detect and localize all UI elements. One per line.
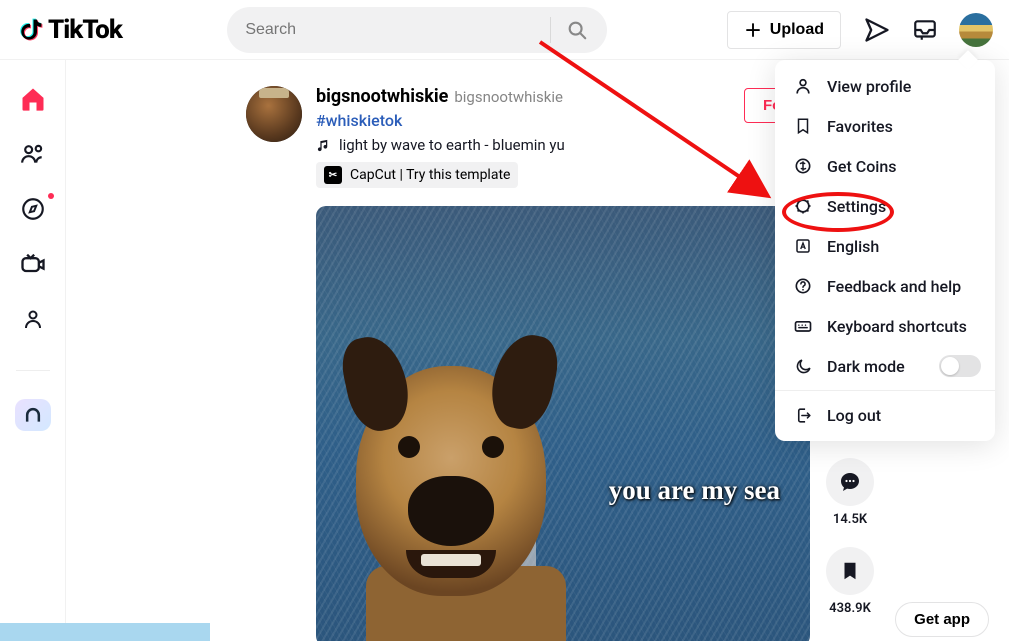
inbox-button[interactable] — [911, 16, 939, 44]
status-bar-hint — [0, 623, 210, 641]
coin-icon — [793, 156, 813, 176]
search-container — [122, 7, 713, 53]
sound-name: light by wave to earth - bluemin yu — [339, 136, 565, 154]
capcut-icon: ✂ — [324, 166, 342, 184]
template-label: CapCut | Try this template — [350, 167, 510, 183]
menu-settings[interactable]: Settings — [775, 186, 995, 226]
tiktok-note-icon — [16, 16, 44, 44]
bookmark-icon — [839, 560, 861, 582]
menu-label: Keyboard shortcuts — [827, 317, 967, 336]
notification-dot-icon — [48, 193, 54, 199]
template-chip[interactable]: ✂ CapCut | Try this template — [316, 162, 518, 188]
comment-button[interactable] — [826, 458, 874, 506]
sound-row[interactable]: light by wave to earth - bluemin yu — [316, 136, 565, 154]
author-handle[interactable]: bigsnootwhiskie — [454, 88, 563, 106]
menu-label: Favorites — [827, 117, 893, 136]
menu-feedback[interactable]: Feedback and help — [775, 266, 995, 306]
get-app-button[interactable]: Get app — [895, 602, 989, 637]
search-separator — [550, 17, 551, 43]
save-button[interactable] — [826, 547, 874, 595]
live-icon — [19, 250, 47, 278]
upload-button[interactable]: Upload — [727, 11, 841, 49]
header-icons — [863, 13, 993, 47]
sidebar-effects[interactable] — [15, 399, 51, 431]
dark-mode-toggle[interactable] — [939, 355, 981, 377]
upload-label: Upload — [770, 21, 824, 39]
menu-get-coins[interactable]: Get Coins — [775, 146, 995, 186]
bookmark-icon — [793, 116, 813, 136]
comment-count: 14.5K — [833, 512, 867, 527]
help-icon — [793, 276, 813, 296]
music-note-icon — [316, 138, 331, 153]
profile-avatar[interactable] — [959, 13, 993, 47]
moon-icon — [793, 356, 813, 376]
menu-language[interactable]: English — [775, 226, 995, 266]
menu-label: Get Coins — [827, 157, 897, 176]
sidebar-home[interactable] — [18, 85, 48, 113]
inbox-icon — [912, 17, 938, 43]
menu-logout[interactable]: Log out — [775, 395, 995, 435]
comment-icon — [838, 470, 862, 494]
video-player[interactable]: you are my sea — [316, 206, 810, 641]
messages-button[interactable] — [863, 16, 891, 44]
gear-icon — [793, 196, 813, 216]
menu-dark-mode[interactable]: Dark mode — [775, 346, 995, 386]
top-header: TikTok Upload — [0, 0, 1009, 60]
menu-shortcuts[interactable]: Keyboard shortcuts — [775, 306, 995, 346]
sidebar-live[interactable] — [18, 250, 48, 278]
search-bar[interactable] — [227, 7, 607, 53]
menu-label: Feedback and help — [827, 277, 961, 296]
menu-label: Settings — [827, 197, 886, 216]
tiktok-logo[interactable]: TikTok — [16, 15, 122, 45]
search-button[interactable] — [555, 8, 599, 52]
menu-label: Log out — [827, 406, 881, 425]
menu-label: View profile — [827, 77, 911, 96]
menu-label: Dark mode — [827, 357, 905, 376]
sidebar-following[interactable] — [18, 141, 48, 167]
video-caption: you are my sea — [609, 475, 780, 506]
post-meta: bigsnootwhiskie bigsnootwhiskie #whiskie… — [316, 86, 565, 188]
left-sidebar — [0, 60, 66, 641]
person-icon — [21, 307, 45, 331]
profile-menu: View profile Favorites Get Coins Setting… — [775, 60, 995, 441]
hashtag-link[interactable]: #whiskietok — [316, 111, 402, 130]
search-input[interactable] — [245, 21, 550, 39]
sidebar-separator — [16, 370, 50, 371]
arch-icon — [23, 405, 43, 425]
sidebar-profile[interactable] — [18, 306, 48, 332]
sidebar-explore[interactable] — [18, 195, 48, 221]
person-icon — [793, 76, 813, 96]
action-rail: 14.5K 438.9K — [826, 458, 874, 630]
home-icon — [19, 85, 47, 113]
send-icon — [863, 16, 891, 44]
language-icon — [793, 236, 813, 256]
compass-icon — [20, 196, 46, 222]
save-count: 438.9K — [829, 601, 871, 616]
people-icon — [20, 141, 46, 167]
tiktok-wordmark: TikTok — [48, 15, 122, 45]
search-icon — [566, 19, 588, 41]
menu-separator — [775, 390, 995, 391]
author-display-name[interactable]: bigsnootwhiskie — [316, 86, 448, 107]
keyboard-icon — [793, 316, 813, 336]
menu-favorites[interactable]: Favorites — [775, 106, 995, 146]
menu-view-profile[interactable]: View profile — [775, 66, 995, 106]
author-avatar[interactable] — [246, 86, 302, 142]
plus-icon — [744, 21, 762, 39]
menu-label: English — [827, 237, 879, 256]
logout-icon — [793, 405, 813, 425]
video-subject — [326, 336, 586, 641]
